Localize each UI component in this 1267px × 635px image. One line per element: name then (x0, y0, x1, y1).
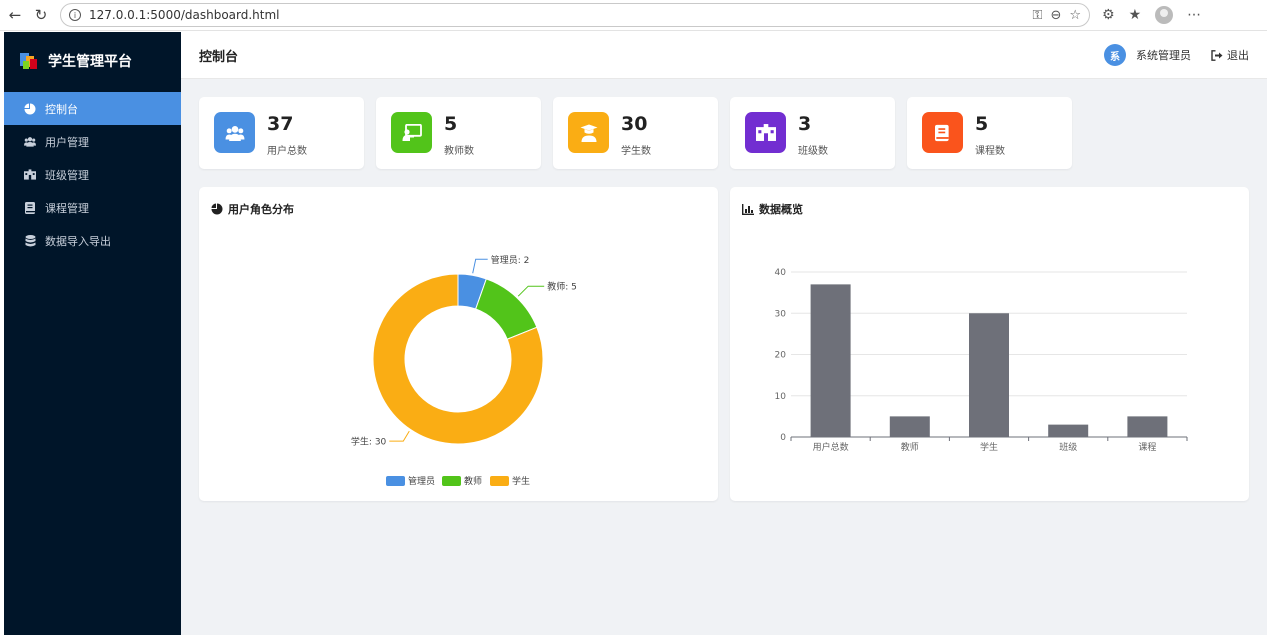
info-icon[interactable]: i (69, 9, 81, 21)
profile-avatar[interactable] (1155, 6, 1174, 24)
key-icon[interactable]: ⚿ (1033, 8, 1043, 23)
stat-card-students: 30 学生数 (553, 97, 718, 169)
leader-line (389, 430, 410, 442)
x-tick-label: 学生 (980, 441, 998, 453)
back-arrow-icon[interactable]: ← (4, 4, 26, 26)
sidebar-item-label: 课程管理 (45, 201, 89, 215)
extensions-icon[interactable]: ⚙ (1102, 7, 1115, 23)
favorites-icon[interactable]: ★ (1129, 7, 1142, 23)
sidebar-item-label: 班级管理 (45, 168, 89, 182)
bar (889, 416, 930, 437)
star-icon[interactable]: ☆ (1069, 8, 1081, 23)
bar (1048, 424, 1089, 437)
graduate-icon (568, 112, 609, 153)
legend-swatch (490, 476, 509, 486)
reload-icon[interactable]: ↻ (30, 4, 52, 26)
sidebar-item-label: 数据导入导出 (45, 234, 111, 248)
legend-label: 管理员 (408, 475, 435, 487)
users-icon (24, 136, 36, 148)
stat-label: 用户总数 (267, 146, 307, 157)
chalkboard-teacher-icon (391, 112, 432, 153)
sidebar-item-dashboard[interactable]: 控制台 (4, 92, 181, 125)
address-bar[interactable]: i 127.0.0.1:5000/dashboard.html ⚿ ⊖ ☆ (60, 3, 1090, 27)
brand-title: 学生管理平台 (48, 54, 132, 70)
sidebar-item-label: 控制台 (45, 102, 78, 116)
more-menu-icon[interactable]: ⋯ (1187, 7, 1201, 23)
role-distribution-panel: 用户角色分布 管理员: 2 教师: 5 学生: 30 管理员 教师 学生 (199, 187, 718, 501)
top-header: 控制台 系 系统管理员 退出 (181, 32, 1267, 79)
legend-swatch (442, 476, 461, 486)
sidebar: 学生管理平台 控制台 用户管理 班级管理 课程管理 数据导入导出 (4, 32, 181, 635)
stat-label: 教师数 (444, 146, 474, 157)
data-label: 学生: 30 (351, 436, 387, 448)
sidebar-item-classes[interactable]: 班级管理 (4, 158, 181, 191)
data-overview-panel: 数据概览 0 10 20 30 40 用户总数 教师 学生 班级 课程 (730, 187, 1249, 501)
stat-card-courses: 5 课程数 (907, 97, 1072, 169)
zoom-icon[interactable]: ⊖ (1050, 8, 1061, 23)
database-icon (24, 234, 36, 247)
stat-card-teachers: 5 教师数 (376, 97, 541, 169)
url-text: 127.0.0.1:5000/dashboard.html (89, 8, 280, 22)
sidebar-item-data[interactable]: 数据导入导出 (4, 224, 181, 257)
leader-line (472, 258, 488, 274)
school-icon (24, 169, 36, 181)
y-tick-label: 10 (775, 392, 787, 402)
stat-label: 班级数 (798, 146, 828, 157)
sidebar-item-users[interactable]: 用户管理 (4, 125, 181, 158)
legend-swatch (386, 476, 405, 486)
stat-label: 学生数 (621, 146, 651, 157)
sidebar-item-label: 用户管理 (45, 135, 89, 149)
logout-icon (1211, 49, 1223, 61)
leader-line (517, 285, 545, 297)
pie-chart-icon (24, 103, 36, 115)
stat-value: 30 (621, 113, 648, 135)
user-area: 系 系统管理员 退出 (1104, 44, 1249, 66)
stat-value: 5 (975, 113, 989, 135)
bar (969, 313, 1009, 437)
donut-chart: 管理员: 2 教师: 5 学生: 30 管理员 教师 学生 (351, 254, 577, 487)
avatar[interactable]: 系 (1104, 44, 1126, 66)
school-icon (745, 112, 786, 153)
stat-label: 课程数 (975, 146, 1005, 157)
logout-button[interactable]: 退出 (1211, 47, 1249, 63)
page-title: 控制台 (199, 49, 239, 65)
y-tick-label: 20 (775, 351, 787, 361)
y-tick-label: 40 (775, 268, 787, 278)
x-tick-label: 用户总数 (813, 441, 849, 453)
stat-card-users: 37 用户总数 (199, 97, 364, 169)
stat-value: 3 (798, 113, 812, 135)
stat-value: 5 (444, 113, 458, 135)
donut-slice (475, 278, 538, 340)
logo-icon (20, 53, 38, 69)
legend-label: 教师 (464, 475, 482, 487)
main-content: 37 用户总数 5 教师数 30 学生数 3 班级数 5 课程数 用户角色分布 (181, 79, 1267, 635)
stat-value: 37 (267, 113, 294, 135)
logout-label: 退出 (1227, 49, 1249, 62)
legend-label: 学生 (512, 475, 530, 487)
bar (1127, 416, 1168, 437)
username: 系统管理员 (1136, 49, 1191, 62)
brand: 学生管理平台 (4, 32, 181, 90)
sidebar-item-courses[interactable]: 课程管理 (4, 191, 181, 224)
stat-card-classes: 3 班级数 (730, 97, 895, 169)
x-tick-label: 课程 (1138, 442, 1156, 453)
users-icon (214, 112, 255, 153)
y-tick-label: 0 (780, 433, 786, 443)
browser-toolbar: ← ↻ i 127.0.0.1:5000/dashboard.html ⚿ ⊖ … (0, 0, 1267, 31)
x-tick-label: 教师 (901, 441, 919, 453)
data-label: 教师: 5 (547, 281, 577, 293)
bar-chart: 0 10 20 30 40 用户总数 教师 学生 班级 课程 (775, 268, 1188, 453)
data-label: 管理员: 2 (491, 254, 530, 266)
book-icon (24, 201, 36, 214)
sidebar-menu: 控制台 用户管理 班级管理 课程管理 数据导入导出 (4, 92, 181, 257)
bar (810, 284, 851, 437)
x-tick-label: 班级 (1059, 441, 1077, 453)
y-tick-label: 30 (775, 309, 787, 319)
book-icon (922, 112, 963, 153)
